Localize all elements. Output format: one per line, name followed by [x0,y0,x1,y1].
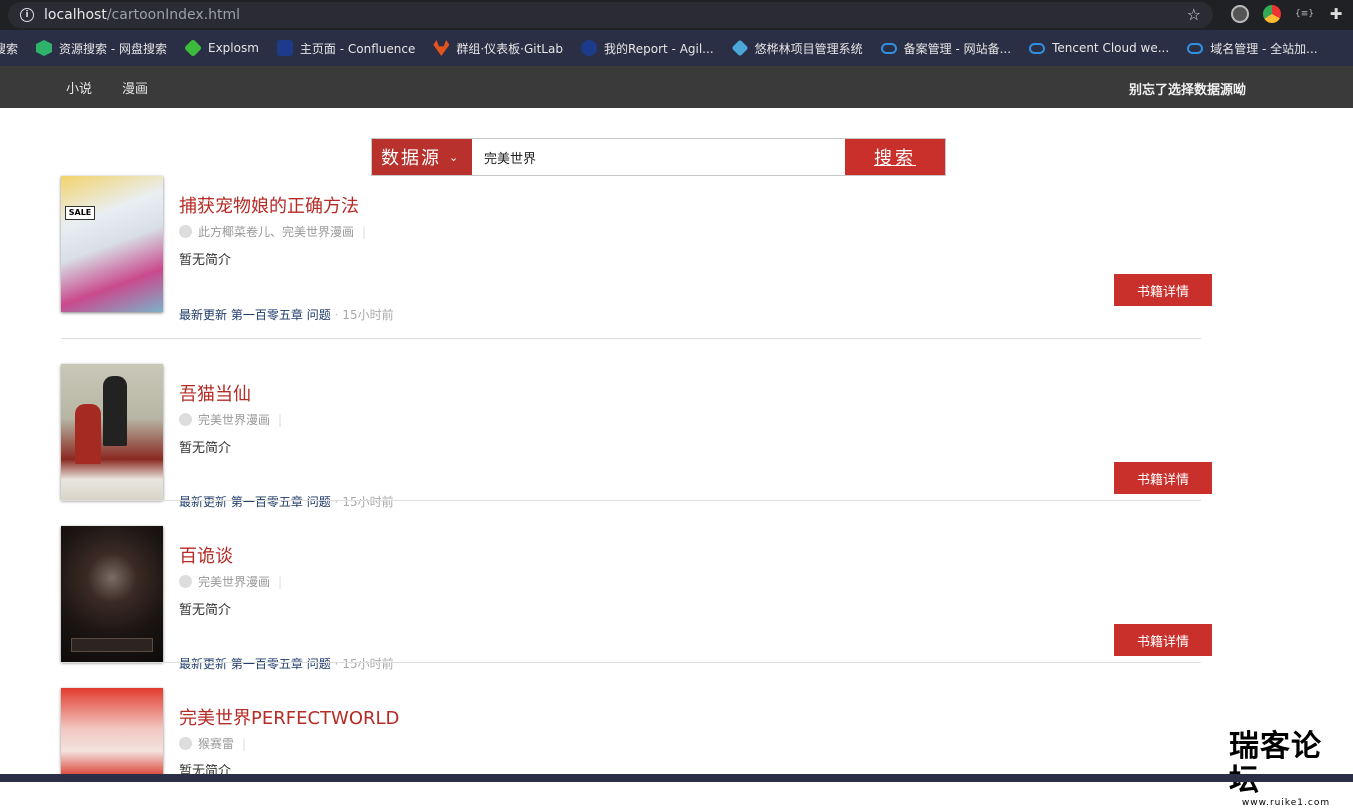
bookmark-item[interactable]: 悠桦林项目管理系统 [731,39,863,57]
bookmark-label: 备案管理 - 网站备... [903,41,1012,56]
update-time: 15小时前 [342,657,394,671]
latest-update: 最新更新 第一百零五章 问题 · 15小时前 [179,495,394,509]
bookmark-label: Explosm [207,41,259,55]
chapter-link[interactable]: 第一百零五章 [231,308,303,322]
taskbar-strip [0,774,1353,782]
book-title[interactable]: 完美世界PERFECTWORLD [179,704,399,730]
book-detail-button[interactable]: 书籍详情 [1114,462,1212,494]
search-input[interactable] [472,139,845,175]
bookmark-label: 悠桦林项目管理系统 [754,41,863,56]
hexagon-icon [36,40,53,56]
bookmark-label: 我的Report - Agil... [603,41,714,56]
bookmark-label: 群组·仪表板·GitLab [456,41,563,56]
extension-chrome-icon[interactable] [1263,5,1281,23]
bookmark-label: 域名管理 - 全站加... [1210,41,1318,56]
bookmark-label: 资源搜索 - 网盘搜索 [59,41,167,56]
watermark-title: 瑞客论坛 [1229,729,1322,798]
update-time: 15小时前 [342,308,394,322]
site-info-icon[interactable]: i [20,8,34,22]
chapter-title[interactable]: 问题 [307,495,331,509]
book-title[interactable]: 捕获宠物娘的正确方法 [179,192,359,218]
book-cover[interactable]: SALE [61,176,163,312]
jira-icon [731,39,749,57]
data-source-select[interactable]: 数据源 ⌄ [372,139,472,175]
bookmark-label: Tencent Cloud we... [1052,41,1170,55]
confluence-icon [276,40,293,56]
book-intro: 暂无简介 [179,441,232,456]
browser-toolbar: i localhost /cartoonIndex.html ☆ {≡} ✚ [0,0,1353,30]
extension-icons: {≡} ✚ [1231,5,1345,23]
bookmark-item[interactable]: 群组·仪表板·GitLab [433,40,563,57]
bookmark-item[interactable]: 搜索 [0,40,18,57]
diamond-icon [183,38,203,58]
author-avatar-icon [179,575,192,588]
chapter-link[interactable]: 第一百零五章 [231,657,303,671]
book-cover[interactable] [61,688,163,778]
book-detail-button[interactable]: 书籍详情 [1114,274,1212,306]
divider [61,338,1201,339]
bookmark-item[interactable]: 我的Report - Agil... [580,40,714,57]
latest-update: 最新更新 第一百零五章 问题 · 15小时前 [179,657,394,671]
cloud-icon [880,42,897,54]
book-author: 完美世界漫画 | [179,411,282,428]
author-name: 猴赛雷 [198,737,235,751]
bookmark-label: 搜索 [0,41,19,56]
bookmark-item[interactable]: 资源搜索 - 网盘搜索 [36,40,167,57]
site-navbar: 小说 漫画 别忘了选择数据源呦 [0,66,1353,108]
bookmark-item[interactable]: Explosm [183,38,259,58]
update-label: 最新更新 [179,657,228,671]
book-detail-button[interactable]: 书籍详情 [1114,624,1212,656]
url-path: /cartoonIndex.html [106,7,240,23]
author-avatar-icon [179,737,192,750]
data-source-label: 数据源 [381,148,441,169]
bookmark-item[interactable]: 备案管理 - 网站备... [880,40,1012,57]
book-intro: 暂无简介 [179,253,232,268]
latest-update: 最新更新 第一百零五章 问题 · 15小时前 [179,308,394,322]
bookmarks-bar: 搜索 资源搜索 - 网盘搜索 Explosm 主页面 - Confluence … [0,30,1353,66]
url-host: localhost [44,7,107,23]
search-button[interactable]: 搜索 [845,139,945,175]
extension-json-icon[interactable]: {≡} [1295,5,1314,23]
agile-icon [580,40,597,56]
divider [61,662,1201,663]
bookmark-item[interactable]: Tencent Cloud we... [1029,41,1169,55]
chapter-title[interactable]: 问题 [307,657,331,671]
author-name: 此方椰菜卷儿、完美世界漫画 [198,225,355,239]
update-label: 最新更新 [179,495,228,509]
book-cover[interactable] [61,526,163,662]
book-author: 完美世界漫画 | [179,573,282,590]
nav-comic[interactable]: 漫画 [122,78,148,97]
gitlab-icon [433,40,450,56]
bookmark-item[interactable]: 域名管理 - 全站加... [1187,40,1318,57]
book-author: 猴赛雷 | [179,735,246,752]
book-cover[interactable] [61,364,163,500]
book-title[interactable]: 吾猫当仙 [179,380,251,406]
book-title[interactable]: 百诡谈 [179,542,233,568]
update-time: 15小时前 [342,495,394,509]
extension-sync-icon[interactable] [1231,5,1249,23]
author-name: 完美世界漫画 [198,575,271,589]
bookmark-label: 主页面 - Confluence [299,41,416,56]
forum-watermark: 瑞客论坛 www.ruike1.com [1229,730,1343,808]
chevron-down-icon: ⌄ [449,150,459,164]
chapter-title[interactable]: 问题 [307,308,331,322]
data-source-reminder: 别忘了选择数据源呦 [1128,83,1246,98]
bookmark-item[interactable]: 主页面 - Confluence [276,40,416,57]
extensions-puzzle-icon[interactable]: ✚ [1327,5,1345,23]
author-name: 完美世界漫画 [198,413,271,427]
cloud-icon [1029,42,1046,54]
nav-novel[interactable]: 小说 [66,78,92,97]
book-author: 此方椰菜卷儿、完美世界漫画 | [179,223,366,240]
address-bar[interactable]: i localhost /cartoonIndex.html ☆ [8,2,1213,28]
update-label: 最新更新 [179,308,228,322]
book-intro: 暂无简介 [179,603,232,618]
chapter-link[interactable]: 第一百零五章 [231,495,303,509]
divider [61,500,1201,501]
author-avatar-icon [179,225,192,238]
cloud-icon [1187,42,1204,54]
search-bar: 数据源 ⌄ 搜索 [371,138,946,176]
watermark-url: www.ruike1.com [1241,798,1331,808]
author-avatar-icon [179,413,192,426]
bookmark-star-icon[interactable]: ☆ [1187,5,1201,24]
